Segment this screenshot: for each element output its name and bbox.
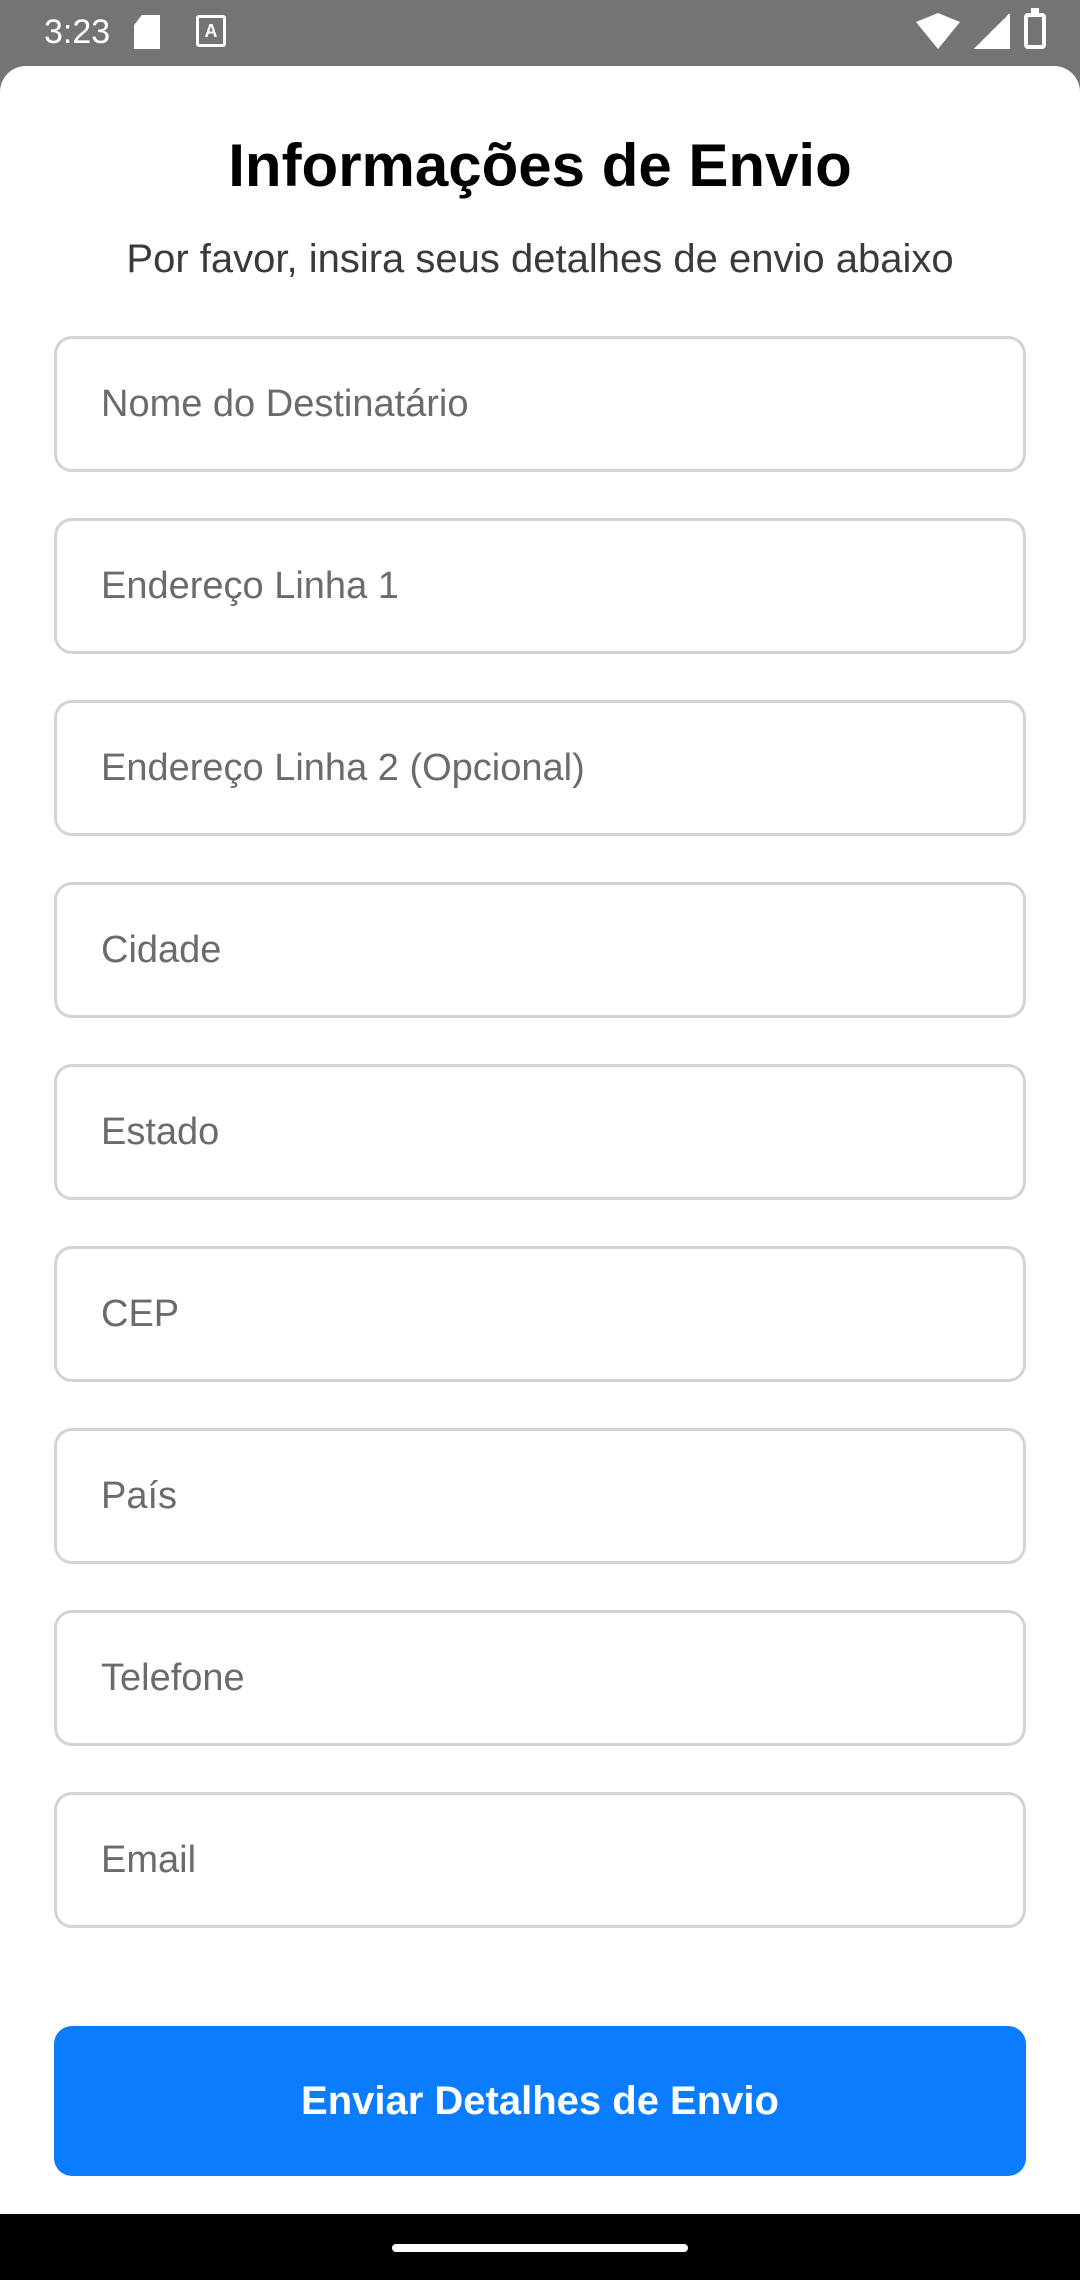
page-title: Informações de Envio <box>228 132 852 199</box>
email-field[interactable] <box>54 1792 1026 1928</box>
country-field[interactable] <box>54 1428 1026 1564</box>
phone-field[interactable] <box>54 1610 1026 1746</box>
city-field[interactable] <box>54 882 1026 1018</box>
battery-icon <box>1024 8 1046 49</box>
sd-card-icon <box>134 15 160 49</box>
keyboard-a-icon: A <box>196 15 226 47</box>
status-right-icons <box>916 8 1046 49</box>
status-time: 3:23 <box>44 13 111 51</box>
status-left-icons: A <box>134 15 226 49</box>
status-bar: 3:23 A <box>0 0 1080 66</box>
submit-shipping-button[interactable]: Enviar Detalhes de Envio <box>54 2026 1026 2176</box>
address-line1-field[interactable] <box>54 518 1026 654</box>
home-indicator[interactable] <box>392 2244 688 2252</box>
signal-icon <box>974 13 1010 49</box>
wifi-icon <box>916 13 960 49</box>
zip-field[interactable] <box>54 1246 1026 1382</box>
page-subtitle: Por favor, insira seus detalhes de envio… <box>126 237 954 281</box>
shipping-form-sheet: Informações de Envio Por favor, insira s… <box>0 66 1080 2214</box>
navigation-bar <box>0 2214 1080 2280</box>
recipient-name-field[interactable] <box>54 336 1026 472</box>
address-line2-field[interactable] <box>54 700 1026 836</box>
state-field[interactable] <box>54 1064 1026 1200</box>
